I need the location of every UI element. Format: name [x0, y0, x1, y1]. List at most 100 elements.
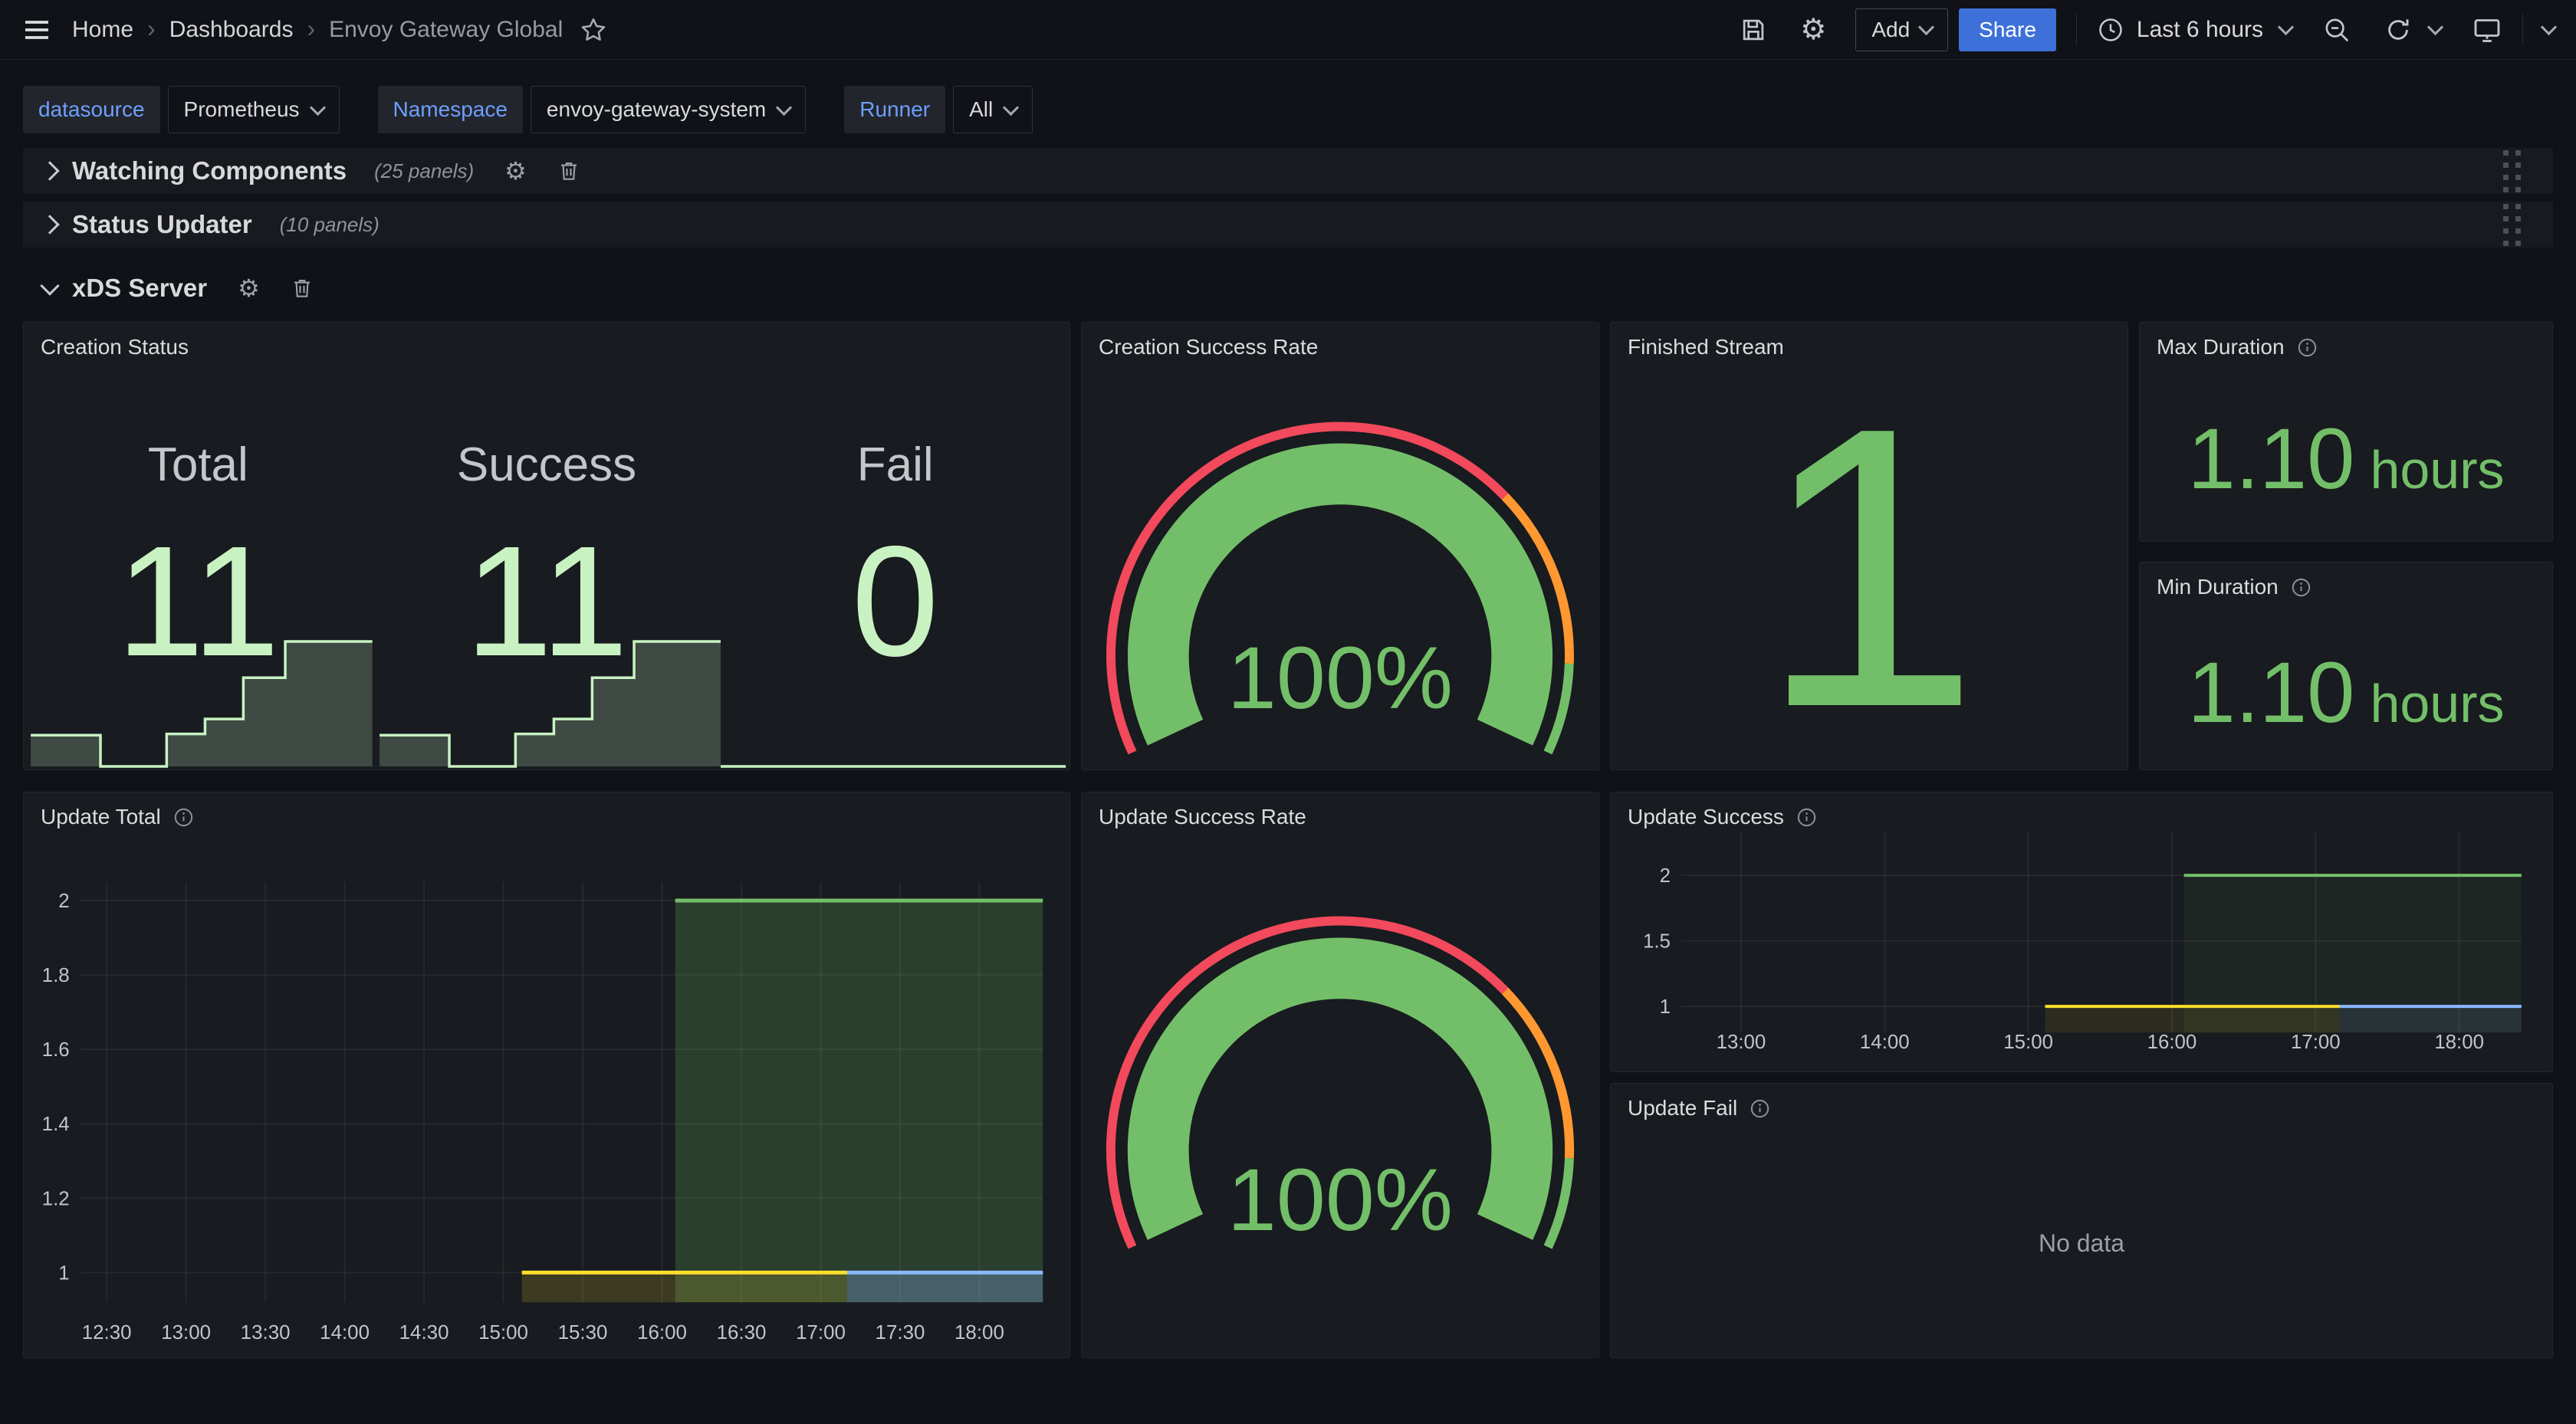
row-panel-count: (10 panels) — [280, 213, 380, 237]
refresh-interval-chevron-icon[interactable] — [2427, 19, 2443, 35]
svg-text:1.5: 1.5 — [1643, 931, 1671, 953]
panel-title[interactable]: Min Duration — [2140, 563, 2552, 612]
panel-title-text: Creation Status — [41, 335, 189, 359]
time-range-label: Last 6 hours — [2137, 17, 2263, 43]
panel-title[interactable]: Creation Status — [24, 323, 1070, 372]
panel-title-text: Creation Success Rate — [1099, 335, 1318, 359]
panel-title-text: Update Fail — [1628, 1096, 1737, 1120]
info-icon[interactable] — [1796, 807, 1817, 828]
row-panel-count: (25 panels) — [374, 159, 474, 183]
row-title: xDS Server — [72, 274, 207, 303]
panel-creation-success-rate: Creation Success Rate 100% — [1081, 322, 1599, 770]
svg-text:15:00: 15:00 — [478, 1322, 528, 1344]
svg-text:1.4: 1.4 — [42, 1114, 70, 1135]
info-icon[interactable] — [2291, 577, 2312, 598]
kiosk-monitor-icon[interactable] — [2472, 15, 2502, 45]
svg-text:17:00: 17:00 — [2291, 1032, 2341, 1053]
timeseries-chart[interactable]: 12:3013:0013:3014:0014:3015:0015:3016:00… — [24, 792, 1070, 1357]
share-button[interactable]: Share — [1959, 8, 2056, 51]
add-button[interactable]: Add — [1855, 8, 1948, 51]
info-icon[interactable] — [1750, 1098, 1770, 1119]
variable-runner-value[interactable]: All — [953, 86, 1033, 133]
topbar-collapse-chevron-icon[interactable] — [2541, 19, 2557, 35]
row-drag-handle[interactable] — [2503, 204, 2521, 246]
panel-title[interactable]: Update Success — [1611, 792, 2552, 842]
panel-title[interactable]: Creation Success Rate — [1082, 323, 1598, 372]
info-icon[interactable] — [2297, 337, 2318, 358]
stat-grid: Total 11 Success 11 Fail 0 — [24, 323, 1070, 769]
variable-runner: Runner All — [844, 86, 1033, 133]
panel-title-text: Update Total — [41, 805, 161, 829]
svg-text:18:00: 18:00 — [2434, 1032, 2484, 1053]
panel-title[interactable]: Update Fail — [1611, 1084, 2552, 1133]
stat-success: Success 11 — [373, 323, 721, 769]
chevron-down-icon — [40, 276, 59, 295]
dashboard-variables: datasource Prometheus Namespace envoy-ga… — [23, 86, 1033, 133]
save-dashboard-icon[interactable] — [1739, 15, 1768, 44]
breadcrumb-home[interactable]: Home — [72, 17, 133, 43]
stat-label: Total — [148, 438, 248, 492]
variable-datasource: datasource Prometheus — [23, 86, 340, 133]
time-range-picker[interactable]: Last 6 hours — [2097, 16, 2292, 44]
row-settings-gear-icon[interactable]: ⚙ — [238, 276, 260, 300]
svg-text:13:00: 13:00 — [1717, 1032, 1766, 1053]
row-delete-trash-icon[interactable] — [291, 276, 314, 300]
stat-label: Success — [457, 438, 636, 492]
stat-total: Total 11 — [24, 323, 373, 769]
variable-datasource-selected: Prometheus — [184, 97, 300, 122]
breadcrumb-dashboards[interactable]: Dashboards — [169, 17, 294, 43]
dashboard-settings-gear-icon[interactable]: ⚙ — [1800, 15, 1826, 44]
panel-title-text: Min Duration — [2157, 575, 2279, 599]
stat-value: 1.10 — [2187, 416, 2354, 502]
panel-update-total: Update Total 12:3013:0013:3014:0014:3015… — [23, 792, 1070, 1358]
chevron-down-icon — [2278, 19, 2294, 35]
chevron-right-icon — [40, 161, 59, 180]
panel-title-text: Update Success — [1628, 805, 1784, 829]
stat-unit: hours — [2370, 443, 2504, 497]
svg-text:1: 1 — [58, 1262, 69, 1284]
panel-title[interactable]: Max Duration — [2140, 323, 2552, 372]
row-settings-gear-icon[interactable]: ⚙ — [504, 159, 527, 183]
row-watching-components[interactable]: Watching Components (25 panels) ⚙ — [23, 148, 2553, 194]
panel-title[interactable]: Update Total — [24, 792, 1070, 842]
svg-text:15:00: 15:00 — [2003, 1032, 2053, 1053]
clock-icon — [2097, 16, 2124, 44]
stat-value: 1.10 — [2187, 650, 2354, 736]
hamburger-menu-icon[interactable] — [21, 15, 52, 45]
svg-text:1.6: 1.6 — [42, 1039, 70, 1061]
svg-text:12:30: 12:30 — [82, 1322, 132, 1344]
share-button-label: Share — [1979, 18, 2036, 42]
variable-runner-selected: All — [969, 97, 993, 122]
row-title: Watching Components — [72, 156, 347, 185]
svg-text:14:00: 14:00 — [1860, 1032, 1910, 1053]
svg-text:17:00: 17:00 — [796, 1322, 846, 1344]
stat-sparkline — [373, 634, 721, 768]
info-icon[interactable] — [173, 807, 194, 828]
row-status-updater[interactable]: Status Updater (10 panels) — [23, 202, 2553, 248]
zoom-out-time-icon[interactable] — [2322, 15, 2351, 44]
row-xds-server[interactable]: xDS Server ⚙ — [23, 267, 314, 310]
panel-title[interactable]: Update Success Rate — [1082, 792, 1598, 842]
svg-text:14:00: 14:00 — [320, 1322, 370, 1344]
stat-label: Fail — [857, 438, 934, 492]
panel-title-text: Update Success Rate — [1099, 805, 1306, 829]
stat-sparkline — [721, 634, 1070, 768]
variable-datasource-value[interactable]: Prometheus — [168, 86, 340, 133]
panel-title-text: Finished Stream — [1628, 335, 1784, 359]
svg-text:13:00: 13:00 — [161, 1322, 211, 1344]
divider — [2522, 14, 2523, 46]
stat-value: 1 — [1758, 389, 1980, 747]
panel-title[interactable]: Finished Stream — [1611, 323, 2128, 372]
row-drag-handle[interactable] — [2503, 150, 2521, 192]
svg-text:2: 2 — [1660, 865, 1671, 887]
refresh-icon[interactable] — [2384, 15, 2413, 44]
panel-finished-stream: Finished Stream 1 — [1610, 322, 2128, 770]
chevron-down-icon — [1003, 99, 1019, 115]
chevron-down-icon — [309, 99, 325, 115]
variable-namespace-value[interactable]: envoy-gateway-system — [531, 86, 806, 133]
row-delete-trash-icon[interactable] — [557, 159, 580, 183]
row-title: Status Updater — [72, 210, 252, 239]
stat-fail: Fail 0 — [721, 323, 1070, 769]
favorite-star-icon[interactable] — [580, 16, 607, 44]
variable-namespace-selected: envoy-gateway-system — [547, 97, 766, 122]
